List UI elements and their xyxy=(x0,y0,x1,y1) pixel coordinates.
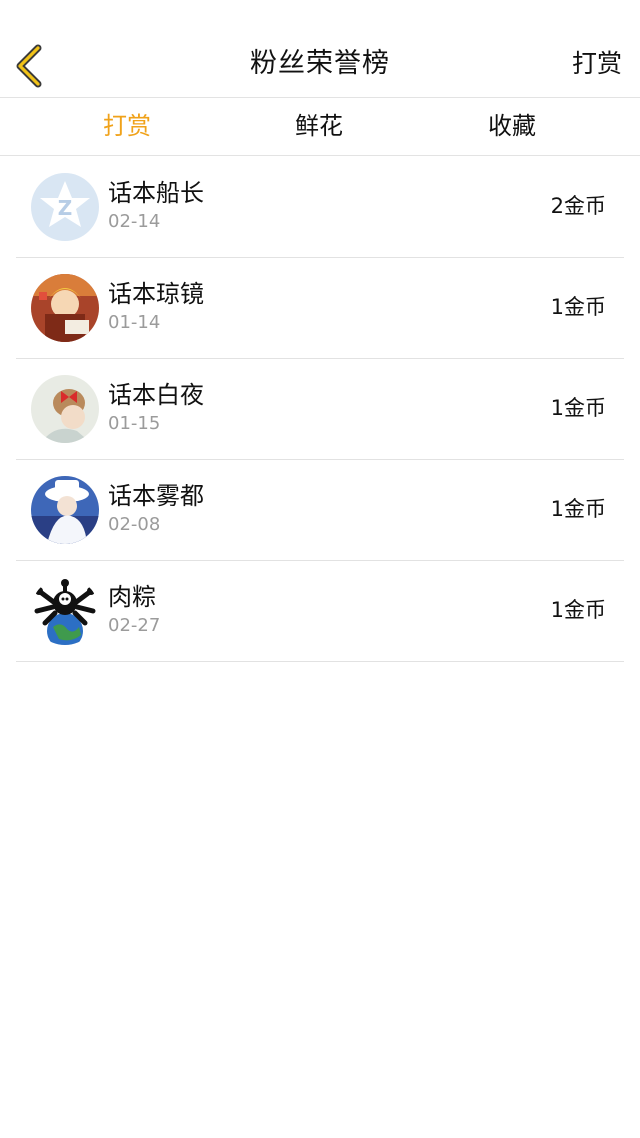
tab-favorites[interactable]: 收藏 xyxy=(442,98,582,155)
back-button[interactable] xyxy=(6,38,54,92)
avatar[interactable] xyxy=(31,375,99,443)
fan-amount: 1金币 xyxy=(550,295,606,319)
reward-button[interactable]: 打赏 xyxy=(572,44,622,84)
fan-name: 肉粽 xyxy=(108,583,156,611)
list-item[interactable]: 话本琼镜 01-14 1金币 xyxy=(0,258,640,359)
svg-text:Z: Z xyxy=(58,196,73,220)
fan-date: 01-15 xyxy=(108,413,161,434)
avatar[interactable]: Z xyxy=(31,173,99,241)
tab-bar: 打赏 鲜花 收藏 xyxy=(0,98,640,156)
fan-amount: 1金币 xyxy=(550,497,606,521)
chevron-left-icon xyxy=(6,38,54,92)
nav-bar: 粉丝荣誉榜 打赏 xyxy=(0,0,640,98)
fan-list: Z 话本船长 02-14 2金币 话本琼镜 01-14 1金币 话本白夜 01-… xyxy=(0,157,640,662)
fan-name: 话本船长 xyxy=(108,179,204,207)
avatar[interactable] xyxy=(31,274,99,342)
avatar[interactable] xyxy=(31,476,99,544)
fan-date: 02-08 xyxy=(108,514,161,535)
fan-date: 02-27 xyxy=(108,615,161,636)
list-item[interactable]: Z 话本船长 02-14 2金币 xyxy=(0,157,640,258)
tab-reward[interactable]: 打赏 xyxy=(57,98,197,155)
fan-amount: 1金币 xyxy=(550,598,606,622)
tab-flowers[interactable]: 鲜花 xyxy=(249,98,389,155)
list-item[interactable]: 话本白夜 01-15 1金币 xyxy=(0,359,640,460)
fan-name: 话本琼镜 xyxy=(108,280,204,308)
page-title: 粉丝荣誉榜 xyxy=(250,48,390,79)
list-item[interactable]: 肉粽 02-27 1金币 xyxy=(0,561,640,662)
list-item[interactable]: 话本雾都 02-08 1金币 xyxy=(0,460,640,561)
fan-amount: 1金币 xyxy=(550,396,606,420)
fan-name: 话本雾都 xyxy=(108,482,204,510)
avatar[interactable] xyxy=(31,577,99,645)
fan-date: 01-14 xyxy=(108,312,161,333)
fan-date: 02-14 xyxy=(108,211,161,232)
fan-name: 话本白夜 xyxy=(108,381,204,409)
fan-amount: 2金币 xyxy=(550,194,606,218)
